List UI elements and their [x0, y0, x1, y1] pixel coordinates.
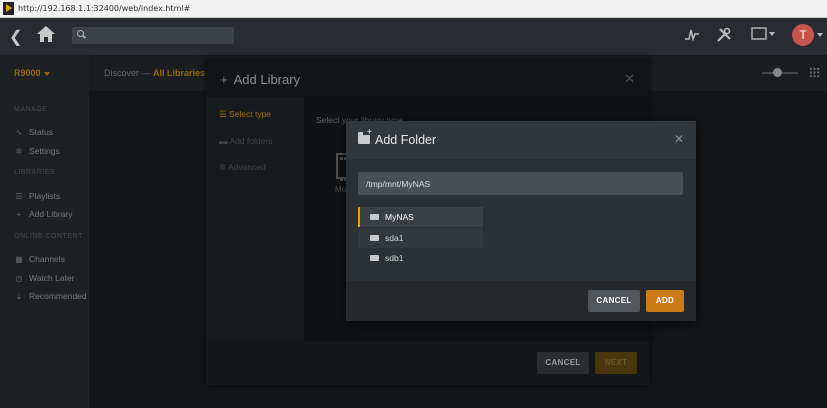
drive-icon — [370, 254, 379, 261]
modal-title: Add Folder — [375, 133, 437, 147]
home-icon[interactable] — [36, 25, 56, 48]
folder-item-mynas[interactable]: MyNAS — [358, 207, 483, 227]
back-arrow-icon[interactable]: ❮ — [9, 27, 22, 47]
modal-header: Add Folder ✕ — [346, 121, 696, 159]
folder-item-sdb1[interactable]: sdb1 — [358, 248, 483, 268]
cancel-button[interactable]: CANCEL — [588, 290, 640, 312]
folder-path-input[interactable] — [358, 172, 683, 195]
close-icon[interactable]: ✕ — [674, 132, 684, 146]
add-button[interactable]: ADD — [646, 290, 684, 312]
plex-favicon-icon — [3, 2, 14, 15]
add-folder-modal: Add Folder ✕ MyNAS sda1 sdb1 CANCEL ADD — [346, 121, 696, 321]
modal-footer: CANCEL ADD — [346, 281, 696, 321]
search-icon — [77, 30, 84, 37]
tools-icon[interactable] — [716, 27, 732, 46]
plex-web-app: http://192.168.1.1:32400/web/index.html#… — [0, 0, 827, 408]
avatar[interactable]: T — [792, 24, 814, 46]
drive-icon — [370, 213, 379, 220]
activity-icon[interactable] — [684, 27, 700, 44]
folder-add-icon — [358, 127, 372, 144]
search-input[interactable] — [72, 27, 234, 44]
browser-address-bar[interactable]: http://192.168.1.1:32400/web/index.html# — [0, 0, 827, 18]
chevron-down-icon[interactable] — [817, 33, 823, 37]
folder-item-sda1[interactable]: sda1 — [358, 228, 483, 248]
url-text[interactable]: http://192.168.1.1:32400/web/index.html# — [18, 4, 190, 13]
top-navbar: ❮ T — [0, 18, 827, 55]
drive-icon — [370, 234, 379, 241]
cast-icon[interactable] — [751, 27, 775, 44]
